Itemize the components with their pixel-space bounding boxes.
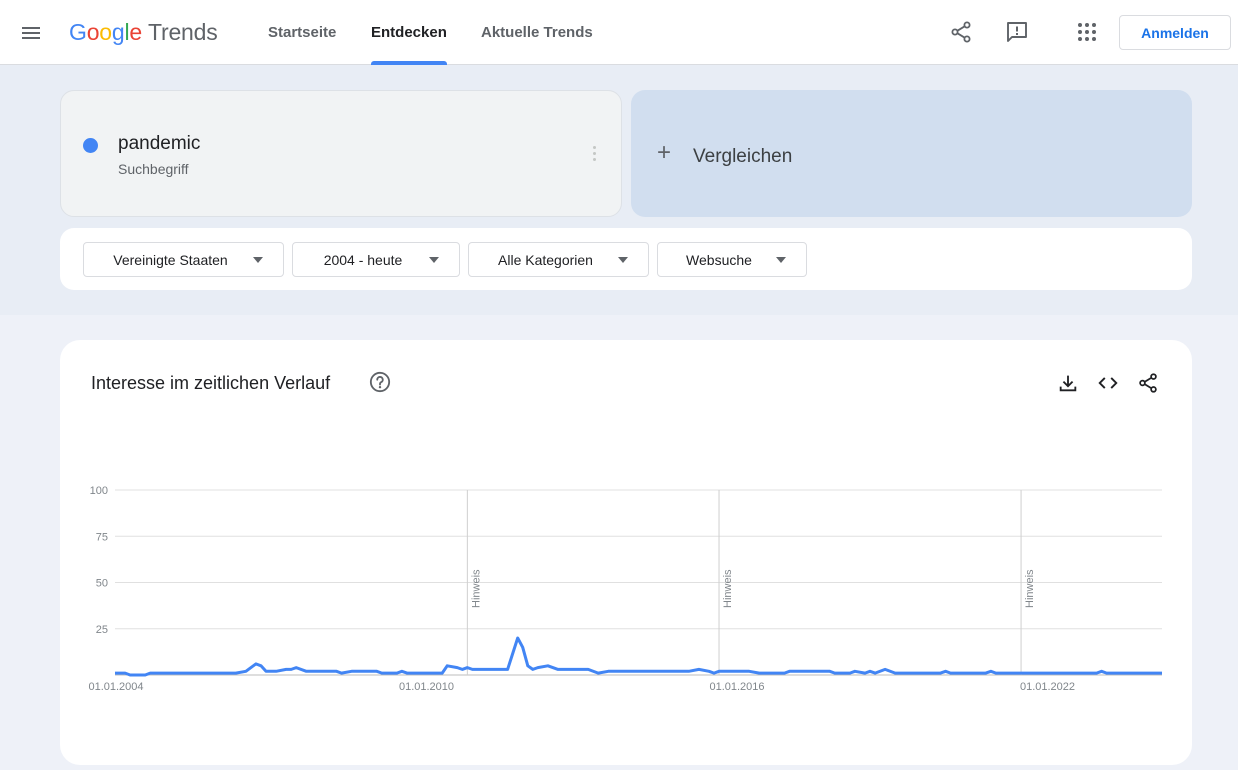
dropdown-arrow-icon (429, 256, 439, 263)
term-name: pandemic (118, 133, 201, 154)
feedback-icon[interactable] (1005, 20, 1029, 44)
share-icon[interactable] (949, 20, 973, 44)
google-trends-logo[interactable]: Google Trends (69, 19, 218, 46)
nav-startseite[interactable]: Startseite (268, 0, 336, 65)
x-tick-label: 01.01.2022 (1020, 681, 1075, 693)
term-color-dot (83, 138, 98, 153)
interest-over-time-card: Interesse im zeitlichen Verlauf 100 75 50 2… (60, 340, 1192, 765)
y-tick-label: 25 (96, 624, 108, 636)
y-tick-label: 50 (96, 578, 108, 590)
category-dropdown-label: Alle Kategorien (498, 251, 593, 268)
x-tick-label: 01.01.2004 (88, 681, 143, 693)
nav-entdecken[interactable]: Entdecken (371, 0, 447, 65)
dropdown-arrow-icon (253, 256, 263, 263)
results-area: Interesse im zeitlichen Verlauf 100 75 50 2… (0, 315, 1238, 770)
search-type-dropdown[interactable]: Websuche (657, 242, 807, 277)
logo-trends-text: Trends (148, 19, 218, 45)
y-tick-label: 100 (90, 485, 108, 497)
region-dropdown[interactable]: Vereinigte Staaten (83, 242, 284, 277)
search-term-card[interactable]: pandemic Suchbegriff (60, 90, 622, 217)
explore-header: pandemic Suchbegriff + Vergleichen Verei… (0, 65, 1238, 315)
search-type-dropdown-label: Websuche (686, 251, 752, 268)
note-marker-label: Hinweis (470, 569, 482, 608)
signin-button[interactable]: Anmelden (1119, 15, 1231, 50)
compare-button[interactable]: + Vergleichen (631, 90, 1192, 217)
time-range-dropdown-label: 2004 - heute (323, 251, 403, 268)
x-tick-label: 01.01.2016 (709, 681, 764, 693)
compare-label: Vergleichen (693, 146, 793, 167)
note-marker-label: Hinweis (722, 569, 734, 608)
menu-icon[interactable] (20, 22, 42, 44)
category-dropdown[interactable]: Alle Kategorien (468, 242, 649, 277)
nav-aktuelle-trends[interactable]: Aktuelle Trends (481, 0, 593, 65)
dropdown-arrow-icon (618, 256, 628, 263)
y-tick-label: 75 (96, 531, 108, 543)
region-dropdown-label: Vereinigte Staaten (113, 251, 228, 268)
more-vert-icon[interactable] (588, 145, 600, 163)
x-tick-label: 01.01.2010 (399, 681, 454, 693)
top-app-bar: Google Trends Startseite Entdecken Aktuel… (0, 0, 1238, 65)
interest-line-chart: 100 75 50 25 01.01.2004 01.01.2010 01.01.2016 0… (88, 485, 1162, 693)
time-range-dropdown[interactable]: 2004 - heute (292, 242, 460, 277)
plus-icon: + (657, 139, 672, 166)
term-type: Suchbegriff (118, 161, 189, 177)
series-line-pandemic (115, 636, 1162, 677)
dropdown-arrow-icon (776, 256, 786, 263)
apps-grid-icon[interactable] (1075, 20, 1099, 44)
note-marker-label: Hinweis (1024, 569, 1036, 608)
filter-bar: Vereinigte Staaten 2004 - heute Alle Kat… (60, 228, 1192, 290)
